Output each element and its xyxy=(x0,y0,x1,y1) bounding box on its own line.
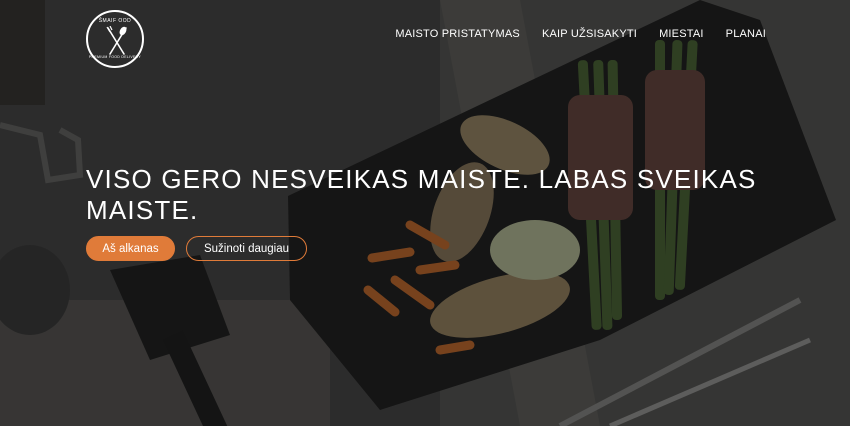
logo-bottom-text: PREMIUM FOOD DELIVERY xyxy=(88,55,142,59)
fork-spoon-icon xyxy=(106,26,127,55)
hungry-button[interactable]: Aš alkanas xyxy=(86,236,175,261)
nav-item-miestai[interactable]: MIESTAI xyxy=(659,28,704,40)
main-nav: MAISTO PRISTATYMAS KAIP UŽSISAKYTI MIEST… xyxy=(373,28,766,40)
learn-more-button[interactable]: Sužinoti daugiau xyxy=(186,236,307,261)
hero-headline: VISO GERO NESVEIKAS MAISTE. LABAS SVEIKA… xyxy=(86,164,757,225)
nav-item-maisto-pristatymas[interactable]: MAISTO PRISTATYMAS xyxy=(395,28,520,40)
logo[interactable]: ŠMAIF OOD PREMIUM FOOD DELIVERY xyxy=(86,10,144,68)
nav-item-kaip-uzsisakyti[interactable]: KAIP UŽSISAKYTI xyxy=(542,28,637,40)
nav-item-planai[interactable]: PLANAI xyxy=(726,28,766,40)
logo-top-text: ŠMAIF OOD xyxy=(98,18,132,24)
